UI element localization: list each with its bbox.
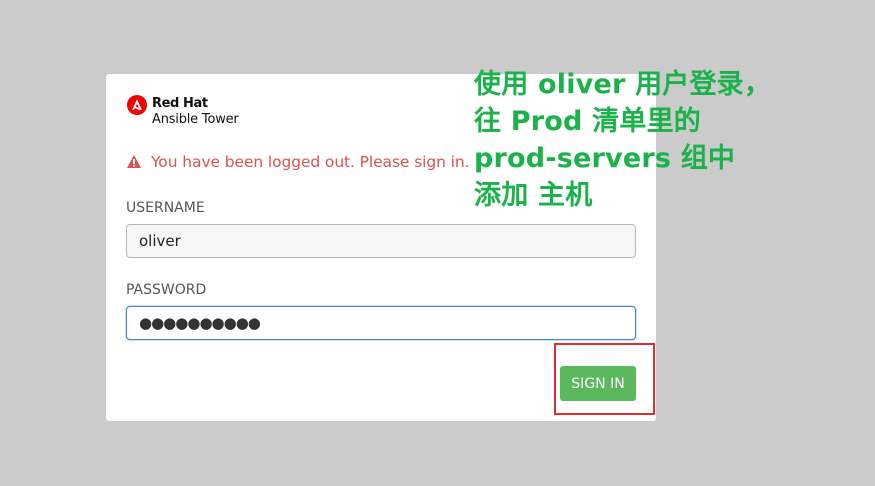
instruction-line: 往 Prod 清单里的 bbox=[474, 106, 701, 137]
brand-name: Red Hat bbox=[152, 96, 208, 111]
warning-icon bbox=[127, 155, 141, 168]
instruction-line: prod-servers 组中 bbox=[474, 143, 736, 174]
product-name: Ansible Tower bbox=[152, 112, 239, 127]
username-field[interactable] bbox=[126, 224, 636, 258]
instruction-line: 使用 oliver 用户登录， bbox=[474, 69, 772, 100]
instruction-line: 添加 主机 bbox=[474, 180, 593, 211]
red-hat-icon bbox=[127, 95, 147, 115]
sign-in-button[interactable]: SIGN IN bbox=[560, 366, 636, 401]
password-label: PASSWORD bbox=[126, 282, 207, 298]
logged-out-alert: You have been logged out. Please sign in… bbox=[126, 152, 470, 172]
password-masked-value: ●●●●●●●●●● bbox=[139, 313, 261, 332]
alert-message: You have been logged out. Please sign in… bbox=[151, 153, 470, 171]
task-instruction: 使用 oliver 用户登录， 往 Prod 清单里的 prod-servers… bbox=[474, 66, 774, 214]
username-label: USERNAME bbox=[126, 200, 205, 216]
password-field[interactable]: ●●●●●●●●●● bbox=[126, 306, 636, 340]
